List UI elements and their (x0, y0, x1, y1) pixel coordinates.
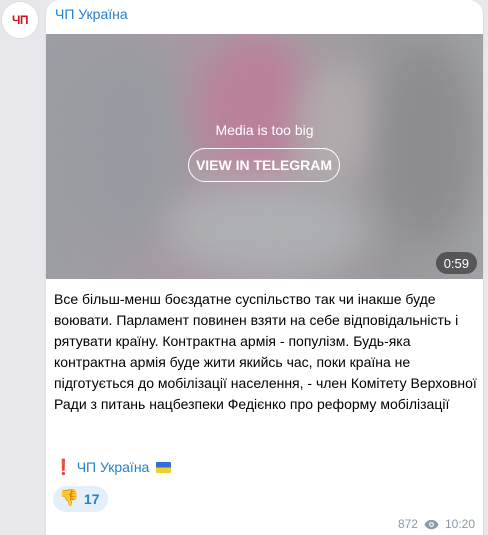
media-too-big-label: Media is too big (215, 122, 314, 138)
view-in-telegram-button[interactable]: VIEW IN TELEGRAM (188, 148, 340, 182)
ukraine-flag-icon (156, 461, 172, 473)
message-bubble: ЧП Україна Media is too big VIEW IN TELE… (46, 0, 483, 535)
channel-signature: ❗ ЧП Україна (54, 458, 172, 476)
message-text: Все більш-менш боєздатне суспільство так… (54, 291, 477, 412)
signature-link[interactable]: ЧП Україна (77, 459, 150, 475)
eye-icon (424, 519, 439, 529)
message-time: 10:20 (444, 517, 475, 531)
reaction-count: 17 (83, 491, 100, 507)
channel-name-link[interactable]: ЧП Україна (55, 6, 128, 22)
thumbs-down-icon: 👎 (59, 490, 79, 507)
exclamation-icon: ❗ (54, 459, 73, 476)
video-duration: 0:59 (435, 252, 477, 274)
video-preview[interactable]: Media is too big VIEW IN TELEGRAM 0:59 (46, 34, 483, 279)
avatar-text: ЧП (11, 13, 29, 27)
reaction-thumbs-down[interactable]: 👎 17 (53, 486, 108, 512)
channel-avatar[interactable]: ЧП (1, 1, 39, 39)
view-count: 872 (397, 517, 418, 531)
message-meta: 872 10:20 (398, 517, 475, 531)
